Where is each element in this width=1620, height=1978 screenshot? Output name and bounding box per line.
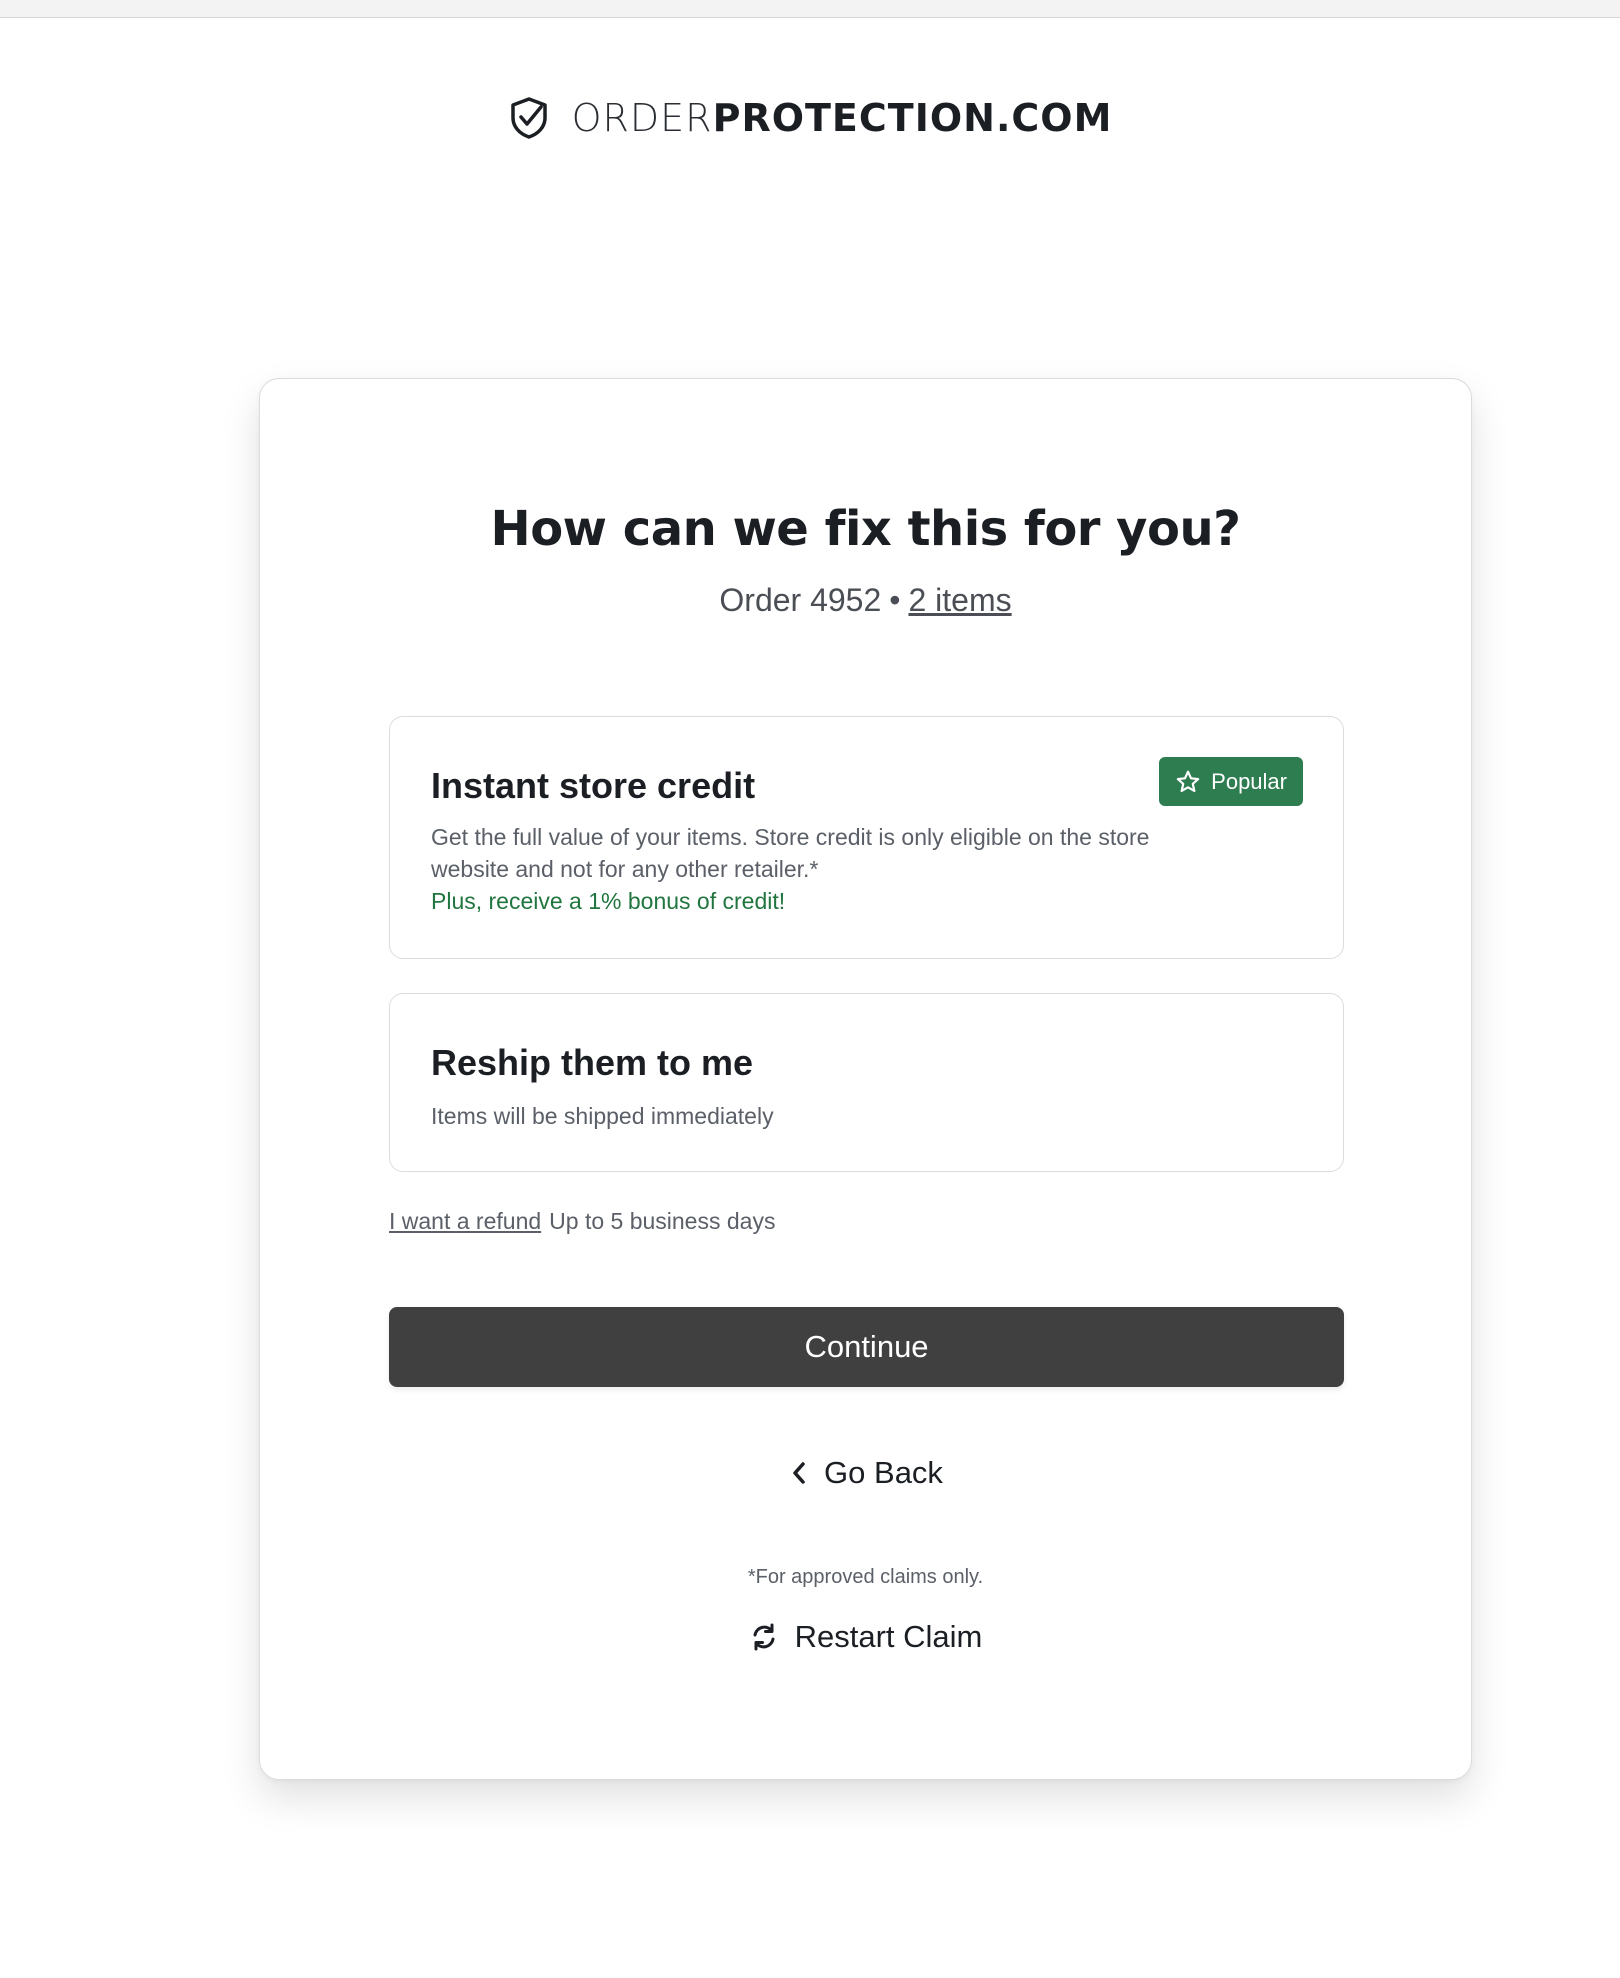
logo-text: ORDERPROTECTION.COM [572, 95, 1113, 141]
go-back-label: Go Back [824, 1455, 943, 1490]
refresh-icon [753, 1623, 775, 1651]
option-title: Reship them to me [431, 1042, 754, 1083]
page-title: How can we fix this for you? [490, 501, 1241, 557]
option-description: Get the full value of your items. Store … [431, 821, 1161, 917]
option-title: Instant store credit [431, 765, 756, 806]
restart-claim-button[interactable]: Restart Claim [260, 1619, 1471, 1655]
continue-button[interactable]: Continue [389, 1307, 1344, 1387]
refund-note: Up to 5 business days [549, 1208, 776, 1234]
disclaimer-text: *For approved claims only. [747, 1566, 984, 1588]
logo-text-light: ORDER [571, 96, 713, 140]
refund-link[interactable]: I want a refund [389, 1208, 541, 1234]
popular-badge: Popular [1159, 757, 1303, 806]
option-description: Items will be shipped immediately [431, 1103, 774, 1129]
refund-row: I want a refund Up to 5 business days [389, 1208, 775, 1235]
order-number: Order 4952 [719, 582, 882, 618]
logo-text-bold: PROTECTION.COM [712, 96, 1113, 140]
order-summary: Order 4952 • 2 items [260, 582, 1471, 619]
items-link[interactable]: 2 items [908, 582, 1011, 618]
option-bonus-text: Plus, receive a 1% bonus of credit! [431, 888, 786, 914]
header-logo: ORDERPROTECTION.COM [0, 95, 1620, 141]
browser-top-bar [0, 0, 1620, 18]
star-icon [1176, 770, 1200, 792]
chevron-left-icon [793, 1462, 805, 1484]
badge-label: Popular [1211, 768, 1287, 794]
option-reship[interactable]: Reship them to me Items will be shipped … [389, 993, 1344, 1172]
restart-claim-label: Restart Claim [794, 1619, 983, 1654]
option-description-text: Get the full value of your items. Store … [431, 824, 1150, 882]
shield-check-icon [510, 97, 547, 139]
go-back-button[interactable]: Go Back [260, 1455, 1471, 1491]
option-store-credit[interactable]: Instant store credit Popular Get the ful… [389, 716, 1344, 959]
separator-dot: • [889, 582, 901, 618]
resolution-card: How can we fix this for you? Order 4952 •… [259, 378, 1472, 1780]
